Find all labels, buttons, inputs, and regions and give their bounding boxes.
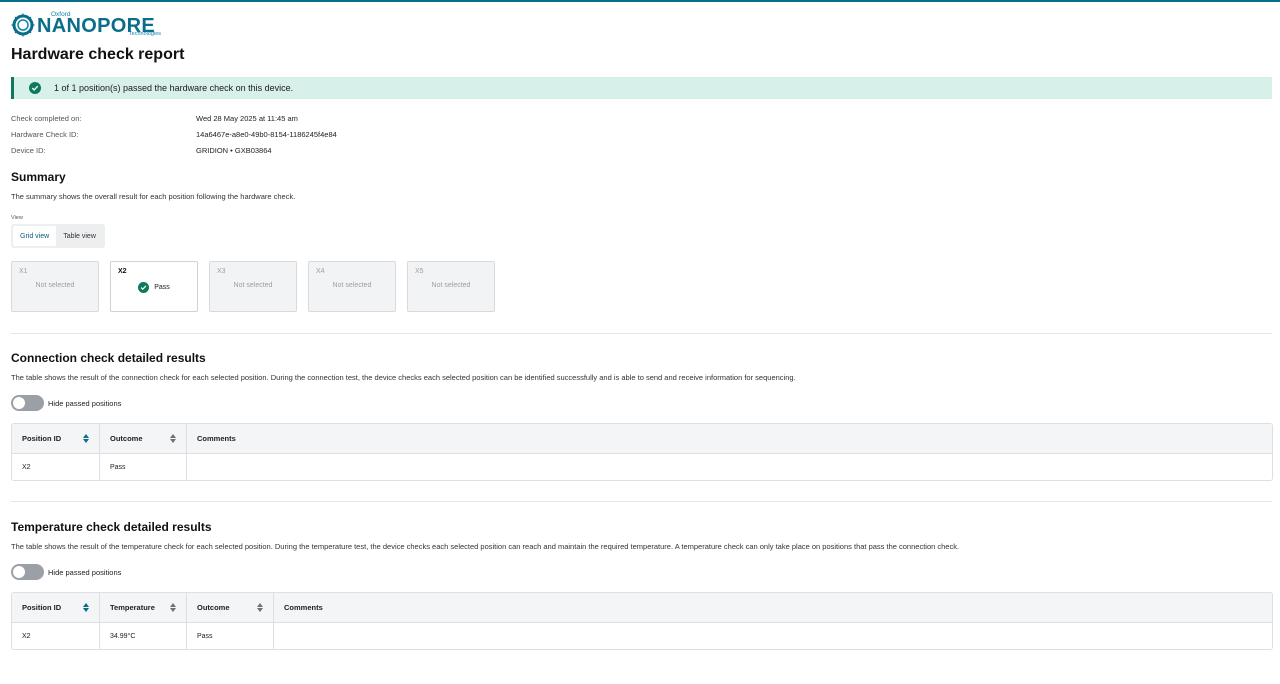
table-row: X2 34.99°C Pass (12, 623, 1272, 649)
view-switch: Grid view Table view (11, 224, 105, 248)
column-header-label: Outcome (197, 603, 230, 612)
page-title: Hardware check report (11, 46, 185, 63)
cell-outcome: Pass (100, 454, 187, 480)
temperature-hide-passed-toggle[interactable] (11, 564, 44, 580)
column-header-label: Comments (284, 603, 323, 612)
position-card-x1[interactable]: X1 Not selected (11, 261, 99, 312)
summary-title: Summary (11, 170, 66, 184)
temperature-hide-passed-label: Hide passed positions (48, 568, 122, 577)
temperature-results-table: Position ID Temperature Outcome Comments… (11, 592, 1273, 650)
top-accent-line (0, 0, 1280, 2)
position-name: X2 (118, 268, 127, 275)
summary-description: The summary shows the overall result for… (11, 192, 296, 201)
column-header-label: Comments (197, 434, 236, 443)
sort-icon[interactable] (170, 434, 176, 444)
success-banner: 1 of 1 position(s) passed the hardware c… (11, 77, 1272, 99)
column-header-comments: Comments (187, 424, 1272, 453)
meta-label: Device ID: (11, 146, 46, 155)
logo-technologies-text: Technologies (128, 31, 161, 37)
connection-section-title: Connection check detailed results (11, 351, 206, 365)
position-name: X1 (19, 268, 28, 275)
meta-row-device-id: Device ID: GRIDION • GXB03864 (11, 146, 272, 155)
position-status: Not selected (35, 282, 75, 289)
toggle-knob (13, 566, 25, 578)
column-header-label: Position ID (22, 603, 62, 612)
position-name: X4 (316, 268, 325, 275)
cell-comments (187, 454, 1272, 480)
view-label: View (11, 215, 23, 221)
column-header-temperature[interactable]: Temperature (100, 593, 187, 622)
connection-hide-passed-toggle[interactable] (11, 395, 44, 411)
column-header-label: Outcome (110, 434, 143, 443)
position-status-text: Pass (154, 284, 170, 291)
meta-value: 14a6467e-a8e0-49b0-8154-1186245f4e84 (196, 130, 337, 139)
sort-icon[interactable] (83, 434, 89, 444)
position-grid: X1 Not selected X2 Pass X3 Not selected … (11, 261, 506, 312)
table-header: Position ID Outcome Comments (12, 424, 1272, 454)
table-view-button[interactable]: Table view (56, 226, 103, 246)
position-card-x5[interactable]: X5 Not selected (407, 261, 495, 312)
table-header: Position ID Temperature Outcome Comments (12, 593, 1272, 623)
sort-icon[interactable] (257, 603, 263, 613)
position-card-x4[interactable]: X4 Not selected (308, 261, 396, 312)
meta-label: Hardware Check ID: (11, 130, 79, 139)
section-divider (11, 333, 1272, 334)
meta-value: Wed 28 May 2025 at 11:45 am (196, 114, 298, 123)
sort-icon[interactable] (170, 603, 176, 613)
pass-check-icon (138, 282, 150, 293)
position-status: Not selected (233, 282, 273, 289)
meta-row-check-id: Hardware Check ID: 14a6467e-a8e0-49b0-81… (11, 130, 337, 139)
position-name: X5 (415, 268, 424, 275)
nanopore-logo-icon (11, 13, 35, 37)
position-status: Not selected (431, 282, 471, 289)
column-header-position-id[interactable]: Position ID (12, 424, 100, 453)
connection-section-description: The table shows the result of the connec… (11, 373, 796, 382)
banner-message: 1 of 1 position(s) passed the hardware c… (54, 83, 294, 93)
section-divider (11, 501, 1272, 502)
temperature-section-description: The table shows the result of the temper… (11, 542, 960, 551)
column-header-position-id[interactable]: Position ID (12, 593, 100, 622)
position-status: Pass (111, 282, 197, 293)
cell-temperature: 34.99°C (100, 623, 187, 649)
grid-view-button[interactable]: Grid view (13, 226, 57, 246)
column-header-outcome[interactable]: Outcome (187, 593, 274, 622)
column-header-label: Position ID (22, 434, 62, 443)
cell-outcome: Pass (187, 623, 274, 649)
connection-hide-passed-label: Hide passed positions (48, 399, 122, 408)
temperature-section-title: Temperature check detailed results (11, 520, 212, 534)
sort-icon[interactable] (83, 603, 89, 613)
check-circle-icon (29, 82, 41, 94)
meta-row-completed: Check completed on: Wed 28 May 2025 at 1… (11, 114, 298, 123)
column-header-comments: Comments (274, 593, 1272, 622)
position-status: Not selected (332, 282, 372, 289)
cell-position-id: X2 (12, 454, 100, 480)
table-row: X2 Pass (12, 454, 1272, 480)
toggle-knob (13, 397, 25, 409)
position-name: X3 (217, 268, 226, 275)
connection-results-table: Position ID Outcome Comments X2 Pass (11, 423, 1273, 481)
column-header-outcome[interactable]: Outcome (100, 424, 187, 453)
cell-comments (274, 623, 1272, 649)
oxford-nanopore-logo: Oxford NANOPORE Technologies (11, 11, 161, 38)
position-card-x2[interactable]: X2 Pass (110, 261, 198, 312)
cell-position-id: X2 (12, 623, 100, 649)
meta-label: Check completed on: (11, 114, 82, 123)
meta-value: GRIDION • GXB03864 (196, 146, 272, 155)
position-card-x3[interactable]: X3 Not selected (209, 261, 297, 312)
column-header-label: Temperature (110, 603, 155, 612)
